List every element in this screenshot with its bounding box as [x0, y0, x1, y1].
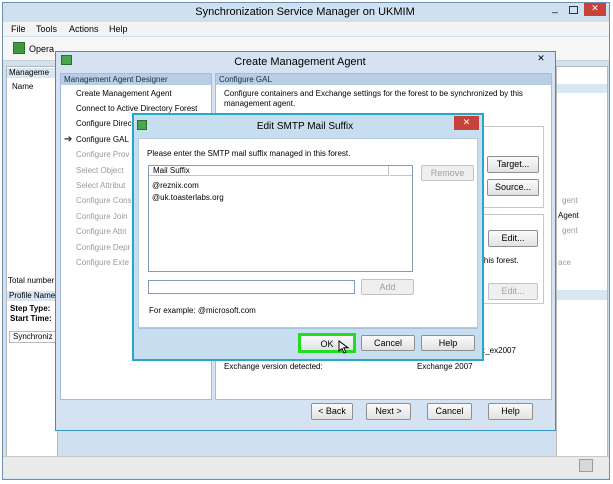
suffix-item[interactable]: @uk.toasterlabs.org [152, 193, 224, 202]
menu-file[interactable]: File [11, 24, 26, 34]
nav-create-ma[interactable]: Create Management Agent [76, 89, 172, 98]
menu-tools[interactable]: Tools [36, 24, 57, 34]
add-button: Add [361, 279, 414, 295]
smtp-title: Edit SMTP Mail Suffix [256, 121, 354, 132]
left-panel-header: Manageme [7, 68, 57, 78]
edit-button-1[interactable]: Edit... [488, 230, 538, 247]
remove-button: Remove [421, 165, 474, 181]
maximize-button[interactable] [566, 4, 580, 16]
page-description: Configure containers and Exchange settin… [224, 89, 523, 108]
nav-configure-join: Configure Join [76, 212, 128, 221]
nav-configure-gal[interactable]: Configure GAL [76, 135, 129, 144]
start-time-label: Start Time: [10, 314, 52, 323]
next-button[interactable]: Next > [366, 403, 411, 420]
right-fragment-1: gent [562, 196, 578, 205]
right-fragment-4: ace [558, 258, 571, 267]
suffix-input[interactable] [148, 280, 355, 294]
status-icon [579, 459, 593, 472]
right-fragment-2: Agent [558, 211, 579, 220]
ex2007-text: :_ex2007 [483, 346, 516, 355]
menu-help[interactable]: Help [109, 24, 128, 34]
right-panel-header [557, 84, 607, 93]
right-panel [556, 66, 608, 476]
operations-icon [13, 42, 25, 54]
nav-configure-provisioning: Configure Prov [76, 150, 130, 159]
nav-configure-connector: Configure Cons [76, 196, 132, 205]
nav-configure-deprovisioning: Configure Depr [76, 243, 131, 252]
profile-name-header: Profile Name [7, 291, 57, 301]
operations-button[interactable]: Opera [29, 44, 54, 54]
left-panel [6, 66, 58, 476]
right-fragment-3: gent [562, 226, 578, 235]
right-panel-divider [557, 290, 607, 300]
suffix-list-header-spare [390, 166, 412, 176]
designer-header: Management Agent Designer [61, 74, 211, 85]
nav-select-attributes: Select Attribut [76, 181, 126, 190]
smtp-button-separator [138, 328, 478, 329]
exchange-version-label: Exchange version detected: [224, 362, 323, 371]
edit-button-2: Edit... [488, 283, 538, 300]
nav-configure-attribute-flow: Configure Attri [76, 227, 127, 236]
mouse-cursor-icon [338, 339, 350, 354]
smtp-instruction: Please enter the SMTP mail suffix manage… [147, 149, 351, 158]
menu-actions[interactable]: Actions [69, 24, 99, 34]
cma-app-icon [61, 55, 72, 65]
back-button[interactable]: < Back [311, 403, 353, 420]
source-button[interactable]: Source... [487, 179, 539, 196]
nav-connect-ad[interactable]: Connect to Active Directory Forest [76, 104, 197, 113]
minimize-button[interactable]: _ [548, 4, 562, 16]
total-number-label: Total number [8, 276, 55, 285]
page-header: Configure GAL [216, 74, 551, 85]
smtp-cancel-button[interactable]: Cancel [361, 335, 415, 351]
cma-close-button[interactable]: ✕ [531, 53, 551, 65]
smtp-close-button[interactable]: ✕ [454, 116, 479, 130]
smtp-app-icon [137, 120, 147, 130]
suffix-item[interactable]: @reznix.com [152, 181, 199, 190]
left-panel-column[interactable]: Name [12, 82, 33, 91]
nav-configure-directory[interactable]: Configure Direc [76, 119, 132, 128]
target-button[interactable]: Target... [487, 156, 539, 173]
step-type-label: Step Type: [10, 304, 51, 313]
status-bar [3, 456, 609, 478]
suffix-list-header[interactable]: Mail Suffix [149, 166, 389, 176]
sync-column: Synchroniz [9, 331, 57, 343]
main-window-title: Synchronization Service Manager on UKMIM [195, 6, 415, 18]
menu-bar: File Tools Actions Help [3, 22, 609, 36]
current-step-arrow-icon: ➔ [64, 134, 73, 145]
nav-select-object: Select Object [76, 166, 124, 175]
cma-title: Create Management Agent [234, 56, 366, 68]
smtp-help-button[interactable]: Help [421, 335, 475, 351]
main-close-button[interactable]: ✕ [584, 3, 606, 16]
nav-configure-extensions: Configure Exte [76, 258, 129, 267]
cma-cancel-button[interactable]: Cancel [427, 403, 472, 420]
exchange-version-value: Exchange 2007 [417, 362, 473, 371]
example-text: For example: @microsoft.com [149, 306, 256, 315]
cma-help-button[interactable]: Help [488, 403, 533, 420]
